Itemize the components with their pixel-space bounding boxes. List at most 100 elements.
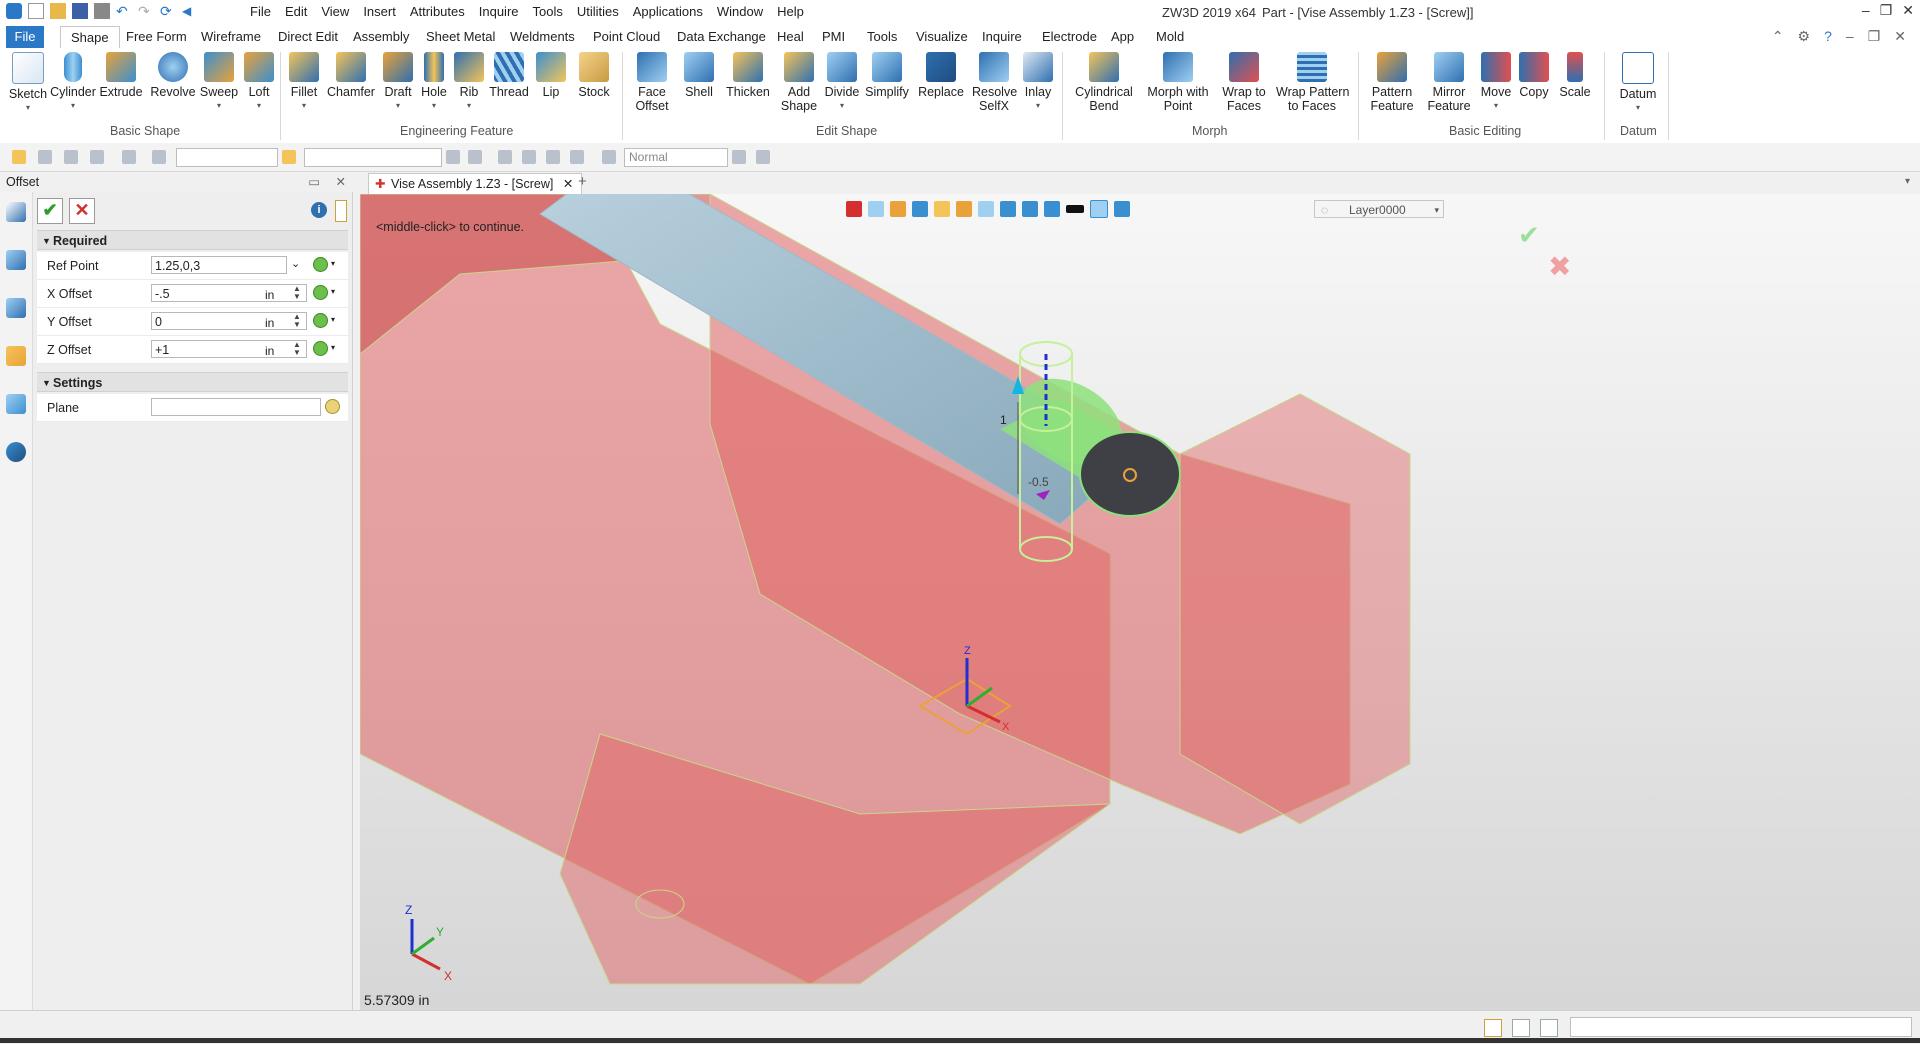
display-icon[interactable] [956, 201, 972, 217]
x-offset-menu-arrow-icon[interactable]: ▾ [331, 287, 335, 296]
line-filter-icon[interactable] [64, 150, 78, 164]
background-icon[interactable] [1090, 200, 1108, 218]
copy-button[interactable]: Copy [1518, 52, 1550, 99]
render-settings-icon[interactable] [602, 150, 616, 164]
y-offset-pick-icon[interactable] [313, 313, 328, 328]
draft-button[interactable]: Draft ▾ [381, 52, 415, 113]
tab-point-cloud[interactable]: Point Cloud [583, 26, 670, 48]
hole-button[interactable]: Hole ▾ [418, 52, 450, 113]
shell-button[interactable]: Shell [682, 52, 716, 99]
menu-window[interactable]: Window [717, 4, 763, 19]
tab-free-form[interactable]: Free Form [116, 26, 197, 48]
resolve-selfx-button[interactable]: Resolve SelfX [972, 52, 1017, 113]
panel-expand-icon[interactable] [335, 200, 347, 222]
black-color-icon[interactable] [1066, 205, 1084, 213]
scale-button[interactable]: Scale [1558, 52, 1592, 99]
z-offset-spinner[interactable]: ▲ ▼ [293, 341, 301, 357]
cylindrical-bend-button[interactable]: Cylindrical Bend [1074, 52, 1134, 113]
plane-pick-icon[interactable] [325, 399, 340, 414]
screw-end-face[interactable] [1079, 431, 1181, 517]
tab-electrode[interactable]: Electrode [1032, 26, 1107, 48]
tab-inquire[interactable]: Inquire [972, 26, 1032, 48]
document-tab[interactable]: ✚ Vise Assembly 1.Z3 - [Screw] ✕ [368, 173, 583, 195]
back-arrow-icon[interactable]: ◀ [182, 3, 198, 19]
thread-button[interactable]: Thread [488, 52, 530, 99]
tab-weldments[interactable]: Weldments [500, 26, 585, 48]
pick-icon-1[interactable] [732, 150, 746, 164]
wrap-pattern-to-faces-button[interactable]: Wrap Pattern to Faces [1276, 52, 1349, 113]
pin-icon[interactable]: ▭ [308, 172, 320, 192]
part-icon[interactable] [6, 346, 26, 366]
layer-dropdown[interactable]: ◌ Layer0000 ▾ [1314, 200, 1444, 218]
status-toggle-icon-2[interactable] [1512, 1019, 1530, 1037]
mirror-feature-button[interactable]: Mirror Feature [1424, 52, 1474, 113]
section-icon[interactable] [1022, 201, 1038, 217]
close-icon[interactable]: ✕ [1902, 2, 1914, 19]
required-section-header[interactable]: ▼ Required [37, 230, 348, 250]
menu-file[interactable]: File [250, 4, 271, 19]
open-folder-icon[interactable] [50, 3, 66, 19]
z-offset-menu-arrow-icon[interactable]: ▾ [331, 343, 335, 352]
panel-close-icon[interactable]: ✕ [336, 172, 346, 192]
sketch-button[interactable]: Sketch ▾ [8, 52, 48, 115]
wrap-to-faces-button[interactable]: Wrap to Faces [1218, 52, 1270, 113]
tab-wireframe[interactable]: Wireframe [191, 26, 271, 48]
tab-sheet-metal[interactable]: Sheet Metal [416, 26, 505, 48]
layer-icon[interactable] [1114, 201, 1130, 217]
help-icon[interactable]: ? [1824, 28, 1832, 45]
settings-section-header[interactable]: ▼ Settings [37, 372, 348, 392]
tab-assembly[interactable]: Assembly [343, 26, 419, 48]
z-offset-input[interactable]: +1 [151, 340, 307, 358]
snap-icon-1[interactable] [446, 150, 460, 164]
z-offset-pick-icon[interactable] [313, 341, 328, 356]
divide-button[interactable]: Divide ▾ [824, 52, 860, 113]
viewport-cancel-icon[interactable]: ✖ [1548, 250, 1571, 283]
sweep-button[interactable]: Sweep ▾ [199, 52, 239, 113]
pencil-icon[interactable] [890, 201, 906, 217]
align-icon-1[interactable] [498, 150, 512, 164]
zoom-fit-icon[interactable] [1000, 201, 1016, 217]
extrude-button[interactable]: Extrude [99, 52, 143, 99]
status-toggle-icon-1[interactable] [1484, 1019, 1502, 1037]
plane-input[interactable] [151, 398, 321, 416]
document-tab-close-icon[interactable]: ✕ [563, 177, 573, 191]
restore-doc-icon[interactable]: ❐ [1868, 28, 1881, 45]
shape-filter-icon[interactable] [122, 150, 136, 164]
pick-filter-icon[interactable] [38, 150, 52, 164]
pick-point-icon[interactable] [313, 257, 328, 272]
save-icon[interactable] [72, 3, 88, 19]
face-offset-button[interactable]: Face Offset [630, 52, 674, 113]
render-mode-dropdown[interactable]: Normal [624, 148, 728, 167]
exit-icon[interactable] [846, 201, 862, 217]
assembly-tree-icon[interactable] [6, 298, 26, 318]
3d-viewport[interactable]: 1 -0.5 Z X Z Y X ✔ ✖ <middle-click> to c… [360, 194, 1920, 1010]
minimize-icon[interactable]: – [1862, 2, 1870, 19]
minimize-doc-icon[interactable]: – [1846, 28, 1854, 45]
new-tab-icon[interactable]: + [578, 173, 587, 190]
restore-icon[interactable]: ❐ [1880, 2, 1893, 19]
tab-list-icon[interactable]: ▾ [1905, 176, 1910, 187]
menu-view[interactable]: View [321, 4, 349, 19]
morph-with-point-button[interactable]: Morph with Point [1146, 52, 1210, 113]
ref-point-input[interactable]: 1.25,0,3 [151, 256, 287, 274]
tab-file[interactable]: File [6, 26, 44, 48]
grid-filter-icon[interactable] [90, 150, 104, 164]
x-offset-pick-icon[interactable] [313, 285, 328, 300]
tab-mold[interactable]: Mold [1146, 26, 1194, 48]
stock-button[interactable]: Stock [574, 52, 614, 99]
y-offset-input[interactable]: 0 [151, 312, 307, 330]
settings-gear-icon[interactable]: ⚙ [1798, 28, 1811, 45]
command-input-icon[interactable] [6, 202, 26, 222]
tab-shape[interactable]: Shape [60, 26, 120, 49]
align-icon-4[interactable] [570, 150, 584, 164]
print-icon[interactable] [94, 3, 110, 19]
tab-tools[interactable]: Tools [857, 26, 907, 48]
tab-pmi[interactable]: PMI [812, 26, 855, 48]
shading-icon[interactable] [934, 201, 950, 217]
menu-edit[interactable]: Edit [285, 4, 307, 19]
visual-manager-icon[interactable] [6, 394, 26, 414]
screen-icon[interactable] [1044, 201, 1060, 217]
simplify-button[interactable]: Simplify [864, 52, 910, 99]
filter-dropdown[interactable] [176, 148, 278, 167]
cylinder-button[interactable]: Cylinder ▾ [50, 52, 96, 113]
